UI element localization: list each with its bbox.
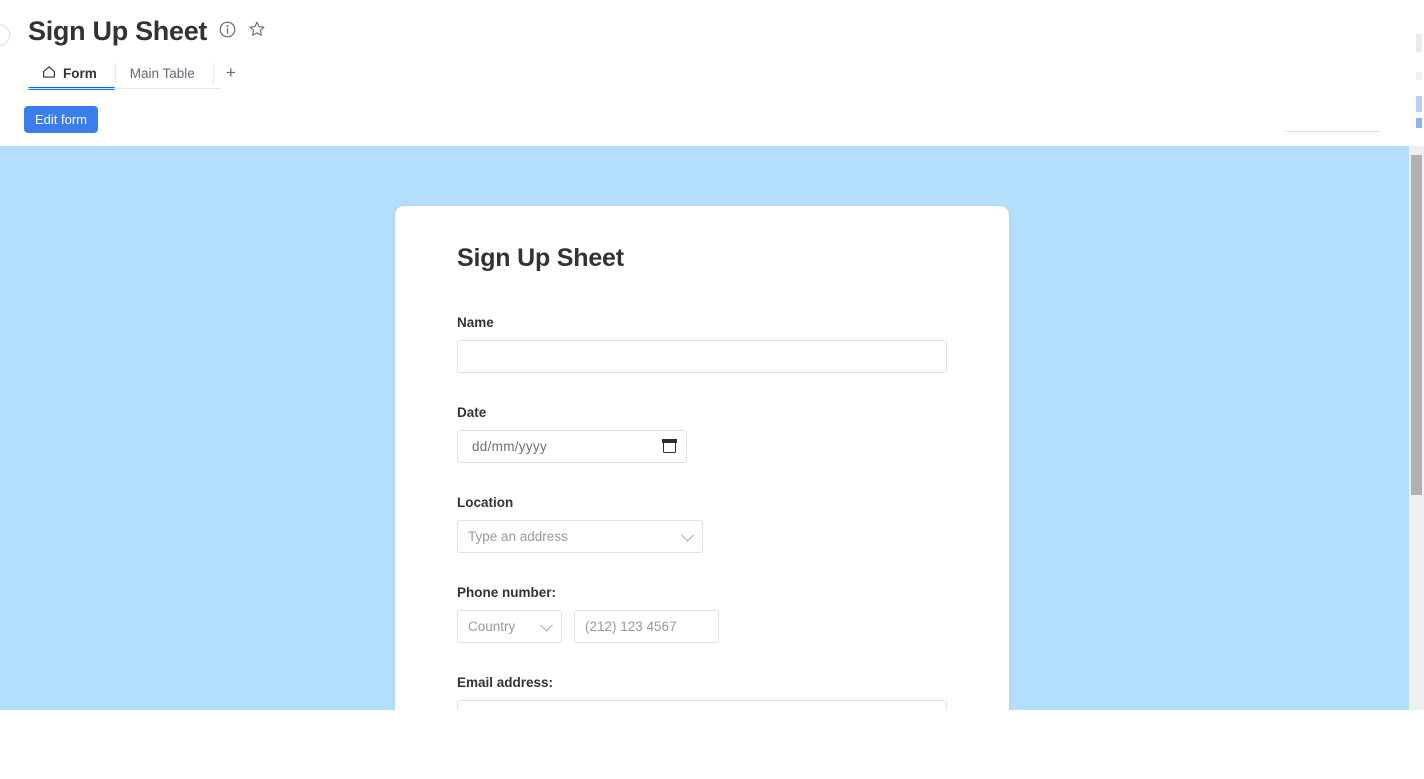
calendar-icon[interactable] xyxy=(662,439,677,453)
field-location: Location Type an address xyxy=(457,495,947,553)
board-title-row: Sign Up Sheet xyxy=(28,18,266,45)
edit-form-button[interactable]: Edit form xyxy=(24,106,99,133)
location-placeholder: Type an address xyxy=(468,529,568,544)
phone-number-input[interactable] xyxy=(574,610,719,643)
star-outline-icon[interactable] xyxy=(248,20,266,43)
edge-fragment xyxy=(1416,96,1422,112)
date-placeholder: dd/mm/yyyy xyxy=(472,439,548,454)
edge-fragment xyxy=(1416,118,1422,128)
chevron-down-icon xyxy=(540,618,553,632)
vertical-scrollbar-thumb[interactable] xyxy=(1411,155,1422,495)
field-label-name: Name xyxy=(457,315,494,330)
page-title: Sign Up Sheet xyxy=(28,16,208,46)
field-phone-number: Phone number: Country xyxy=(457,585,947,643)
tab-form[interactable]: Form xyxy=(28,58,115,90)
form-card: Sign Up Sheet Name Date dd/mm/yyyy Locat… xyxy=(395,206,1009,710)
field-email-address: Email address: xyxy=(457,675,947,710)
edge-fragment xyxy=(1416,34,1422,52)
field-label-location: Location xyxy=(457,495,514,510)
location-select[interactable]: Type an address xyxy=(457,520,703,553)
tab-form-label: Form xyxy=(63,65,97,81)
field-date: Date dd/mm/yyyy xyxy=(457,405,947,463)
info-circle-icon[interactable] xyxy=(219,21,236,43)
app-header: Sign Up Sheet Form Main Table + Edit for… xyxy=(0,0,1424,146)
email-address-input[interactable] xyxy=(457,700,947,710)
edge-fragment xyxy=(1416,72,1422,80)
field-label-email-address: Email address: xyxy=(457,675,554,690)
chevron-down-icon xyxy=(681,528,694,542)
home-icon xyxy=(42,65,56,82)
header-divider-fragment xyxy=(1285,131,1380,132)
field-name: Name xyxy=(457,315,947,373)
avatar[interactable] xyxy=(0,24,10,46)
country-select[interactable]: Country xyxy=(457,610,562,643)
board-tab-strip: Form Main Table + xyxy=(28,58,248,90)
tab-main-table[interactable]: Main Table xyxy=(116,58,213,88)
date-input[interactable]: dd/mm/yyyy xyxy=(457,430,687,463)
tab-strip-underline xyxy=(28,88,221,89)
vertical-scrollbar-track[interactable] xyxy=(1409,146,1424,710)
name-input[interactable] xyxy=(457,340,947,373)
field-label-phone-number: Phone number: xyxy=(457,585,557,600)
phone-row: Country xyxy=(457,610,947,643)
add-tab-button[interactable]: + xyxy=(214,58,248,88)
country-placeholder: Country xyxy=(468,619,516,634)
form-preview-viewport: Sign Up Sheet Name Date dd/mm/yyyy Locat… xyxy=(0,146,1424,710)
form-title: Sign Up Sheet xyxy=(457,244,624,272)
tab-main-table-label: Main Table xyxy=(129,65,195,81)
field-label-date: Date xyxy=(457,405,487,420)
